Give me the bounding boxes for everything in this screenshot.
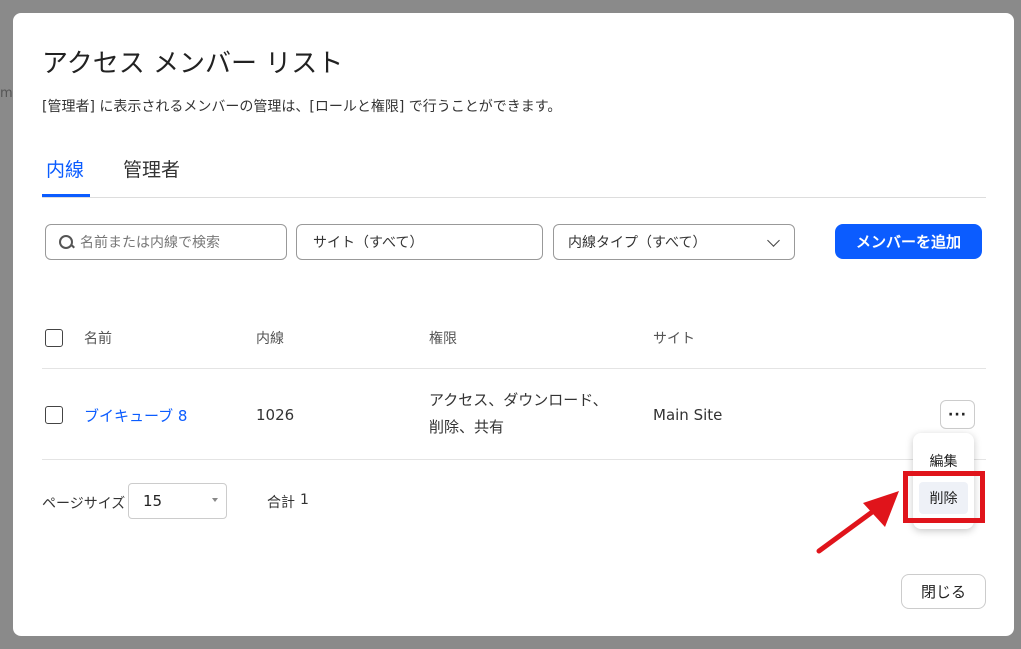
page-size-select[interactable]: 15	[128, 483, 227, 519]
tab-admin[interactable]: 管理者	[123, 155, 180, 182]
select-all-checkbox[interactable]	[45, 329, 63, 347]
highlight-box	[903, 471, 985, 523]
page-size-label: ページサイズ	[42, 496, 126, 512]
column-header-name: 名前	[84, 331, 112, 347]
permission-line: アクセス、ダウンロード、	[429, 391, 608, 409]
add-member-button[interactable]: メンバーを追加	[835, 224, 982, 259]
active-tab-indicator	[42, 194, 90, 197]
chevron-down-icon	[767, 234, 780, 247]
column-header-site: サイト	[653, 331, 695, 347]
more-horizontal-icon: ···	[948, 406, 967, 423]
permission-line: 削除、共有	[429, 418, 505, 436]
extension-type-filter-value: 内線タイプ（すべて）	[568, 235, 707, 251]
search-icon	[58, 234, 74, 250]
header-divider	[42, 368, 986, 369]
search-placeholder: 名前または内線で検索	[80, 235, 220, 251]
close-button[interactable]: 閉じる	[901, 574, 986, 609]
member-site: Main Site	[653, 406, 723, 424]
total-label: 合計	[267, 495, 295, 511]
page-size-value: 15	[143, 492, 163, 510]
column-header-extension: 内線	[256, 331, 284, 347]
member-permissions: アクセス、ダウンロード、 削除、共有	[429, 387, 608, 441]
member-extension: 1026	[256, 406, 295, 424]
member-name-link[interactable]: ブイキューブ 8	[84, 405, 187, 426]
access-member-list-dialog: アクセス メンバー リスト [管理者] に表示されるメンバーの管理は、[ロールと…	[13, 13, 1014, 636]
total-count: 1	[300, 492, 309, 508]
annotation-arrow-icon	[816, 491, 899, 554]
more-actions-button[interactable]: ···	[940, 400, 975, 429]
row-divider	[42, 459, 986, 460]
column-header-permission: 権限	[429, 331, 457, 347]
tab-bar: 内線 管理者	[42, 153, 986, 198]
tab-extension[interactable]: 内線	[46, 155, 84, 182]
row-checkbox[interactable]	[45, 406, 63, 424]
extension-type-filter[interactable]: 内線タイプ（すべて）	[553, 224, 795, 260]
site-filter[interactable]: サイト（すべて）	[296, 224, 543, 260]
site-filter-value: サイト（すべて）	[313, 235, 424, 251]
caret-down-icon	[212, 498, 218, 502]
search-input[interactable]: 名前または内線で検索	[45, 224, 287, 260]
dialog-title: アクセス メンバー リスト	[42, 49, 344, 79]
dialog-subtitle: [管理者] に表示されるメンバーの管理は、[ロールと権限] で行うことができます…	[42, 99, 562, 115]
